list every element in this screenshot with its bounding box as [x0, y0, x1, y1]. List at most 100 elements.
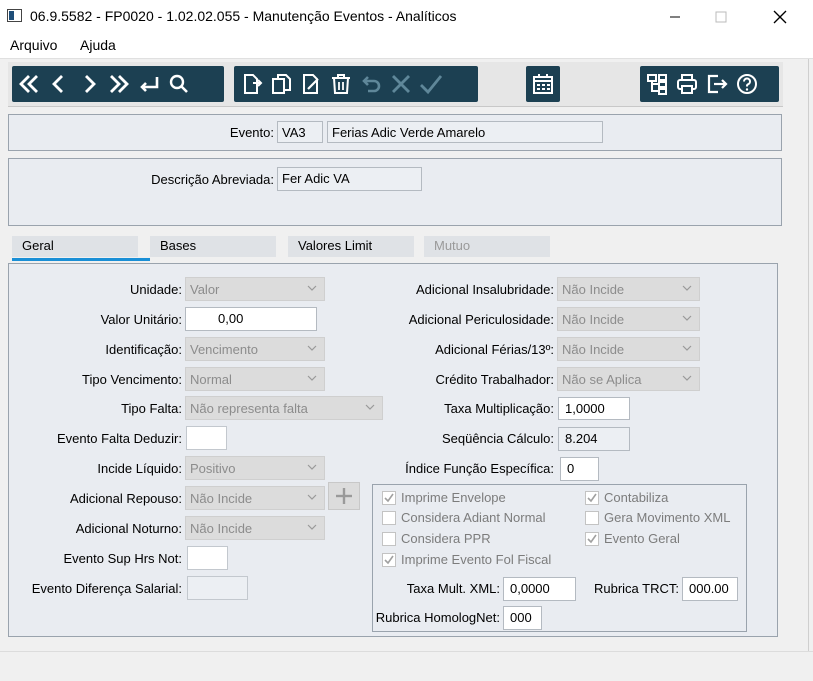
minimize-icon [670, 16, 680, 17]
tab-geral[interactable]: Geral [12, 236, 138, 257]
contabiliza-option[interactable]: Contabiliza [585, 490, 668, 505]
adicional-noturno-select[interactable]: Não Incide [185, 516, 325, 540]
undo-button[interactable] [358, 69, 384, 99]
valor-unitario-field[interactable]: 0,00 [185, 307, 317, 331]
close-button[interactable] [757, 0, 803, 33]
considera-adiant-normal-label: Considera Adiant Normal [401, 510, 546, 525]
previous-record-button[interactable] [46, 69, 72, 99]
calendar-toolbar-group [526, 66, 560, 102]
help-icon [737, 74, 757, 94]
menu-arquivo[interactable]: Arquivo [10, 37, 57, 53]
evento-falta-deduzir-field[interactable] [186, 426, 227, 450]
considera-ppr-option[interactable]: Considera PPR [382, 531, 491, 546]
tipo-vencimento-select[interactable]: Normal [185, 367, 325, 391]
gera-movimento-xml-checkbox[interactable] [585, 510, 599, 525]
last-record-button[interactable] [106, 69, 132, 99]
considera-ppr-checkbox[interactable] [382, 531, 396, 546]
cancel-icon [392, 75, 410, 93]
confirm-button[interactable] [418, 69, 444, 99]
previous-icon [52, 75, 63, 93]
exit-icon [707, 74, 728, 94]
evento-geral-label: Evento Geral [604, 531, 680, 546]
tipo-falta-select[interactable]: Não representa falta [185, 396, 383, 420]
checkmark-icon [384, 493, 394, 502]
confirm-icon [420, 75, 443, 95]
minimize-button[interactable] [652, 0, 698, 33]
hierarchy-icon [647, 74, 667, 95]
tipo-falta-value: Não representa falta [190, 401, 308, 416]
tab-mutuo[interactable]: Mutuo [424, 236, 550, 257]
considera-adiant-normal-option[interactable]: Considera Adiant Normal [382, 510, 546, 525]
considera-adiant-normal-checkbox[interactable] [382, 510, 396, 525]
maximize-button[interactable] [698, 0, 744, 33]
search-button[interactable] [166, 69, 192, 99]
evento-diferenca-salarial-label: Evento Diferença Salarial: [31, 581, 182, 596]
edit-toolbar-group [234, 66, 478, 102]
tab-bases[interactable]: Bases [150, 236, 276, 257]
adicional-insalubridade-select[interactable]: Não Incide [557, 277, 700, 301]
help-button[interactable] [734, 69, 760, 99]
contabiliza-label: Contabiliza [604, 490, 669, 505]
plus-icon [336, 488, 352, 504]
taxa-mult-xml-field[interactable]: 0,0000 [503, 577, 576, 601]
imprime-evento-fol-fiscal-label: Imprime Evento Fol Fiscal [401, 552, 552, 567]
imprime-evento-fol-fiscal-checkbox[interactable] [382, 552, 396, 567]
utility-toolbar-group [640, 66, 779, 102]
evento-diferenca-salarial-field[interactable] [187, 576, 248, 600]
sequencia-calculo-field[interactable]: 8.204 [558, 427, 630, 451]
imprime-evento-fol-fiscal-option[interactable]: Imprime Evento Fol Fiscal [382, 552, 551, 567]
unidade-select[interactable]: Valor [185, 277, 325, 301]
rubrica-homolognet-field[interactable]: 000 [503, 606, 542, 630]
exit-button[interactable] [704, 69, 730, 99]
evento-falta-deduzir-label: Evento Falta Deduzir: [56, 431, 182, 446]
adicional-ferias-value: Não Incide [562, 342, 625, 357]
indice-funcao-field[interactable]: 0 [560, 457, 599, 481]
credito-trabalhador-select[interactable]: Não se Aplica [557, 367, 700, 391]
taxa-multiplicacao-field[interactable]: 1,0000 [558, 397, 630, 420]
evento-geral-checkbox[interactable] [585, 531, 599, 546]
chevron-down-icon [307, 464, 317, 470]
hierarchy-button[interactable] [644, 69, 670, 99]
return-button[interactable] [136, 69, 162, 99]
close-icon [773, 10, 787, 23]
edit-icon [303, 74, 319, 94]
return-icon [140, 77, 159, 92]
cancel-button[interactable] [388, 69, 414, 99]
edit-button[interactable] [298, 69, 324, 99]
evento-description-field[interactable]: Ferias Adic Verde Amarelo [327, 121, 603, 143]
copy-button[interactable] [268, 69, 294, 99]
imprime-envelope-option[interactable]: Imprime Envelope [382, 490, 506, 505]
print-button[interactable] [674, 69, 700, 99]
evento-sup-hrs-not-field[interactable] [187, 546, 228, 570]
imprime-envelope-label: Imprime Envelope [401, 490, 506, 505]
delete-button[interactable] [328, 69, 354, 99]
chevron-down-icon [307, 345, 317, 351]
incide-liquido-label: Incide Líquido: [97, 461, 182, 476]
adicional-periculosidade-select[interactable]: Não Incide [557, 307, 700, 331]
first-record-button[interactable] [16, 69, 42, 99]
tab-valores-limit[interactable]: Valores Limit [288, 236, 414, 257]
rubrica-trct-field[interactable]: 000.00 [682, 577, 738, 601]
taxa-mult-xml-label: Taxa Mult. XML: [406, 581, 500, 596]
evento-label: Evento: [229, 125, 274, 140]
add-button[interactable] [328, 482, 360, 510]
calendar-button[interactable] [530, 69, 556, 99]
maximize-icon [715, 11, 727, 22]
credito-trabalhador-label: Crédito Trabalhador: [435, 372, 554, 387]
identificacao-value: Vencimento [190, 342, 258, 357]
adicional-ferias-label: Adicional Férias/13º: [435, 342, 554, 357]
evento-geral-option[interactable]: Evento Geral [585, 531, 680, 546]
adicional-repouso-select[interactable]: Não Incide [185, 486, 325, 510]
adicional-repouso-label: Adicional Repouso: [69, 491, 182, 506]
evento-code-field[interactable]: VA3 [277, 121, 323, 143]
imprime-envelope-checkbox[interactable] [382, 490, 396, 505]
descricao-abreviada-field[interactable]: Fer Adic VA [277, 167, 422, 191]
contabiliza-checkbox[interactable] [585, 490, 599, 505]
incide-liquido-select[interactable]: Positivo [185, 456, 325, 480]
menu-ajuda[interactable]: Ajuda [80, 37, 116, 53]
next-record-button[interactable] [76, 69, 102, 99]
adicional-ferias-select[interactable]: Não Incide [557, 337, 700, 361]
new-record-button[interactable] [238, 69, 264, 99]
identificacao-select[interactable]: Vencimento [185, 337, 325, 361]
gera-movimento-xml-option[interactable]: Gera Movimento XML [585, 510, 730, 525]
